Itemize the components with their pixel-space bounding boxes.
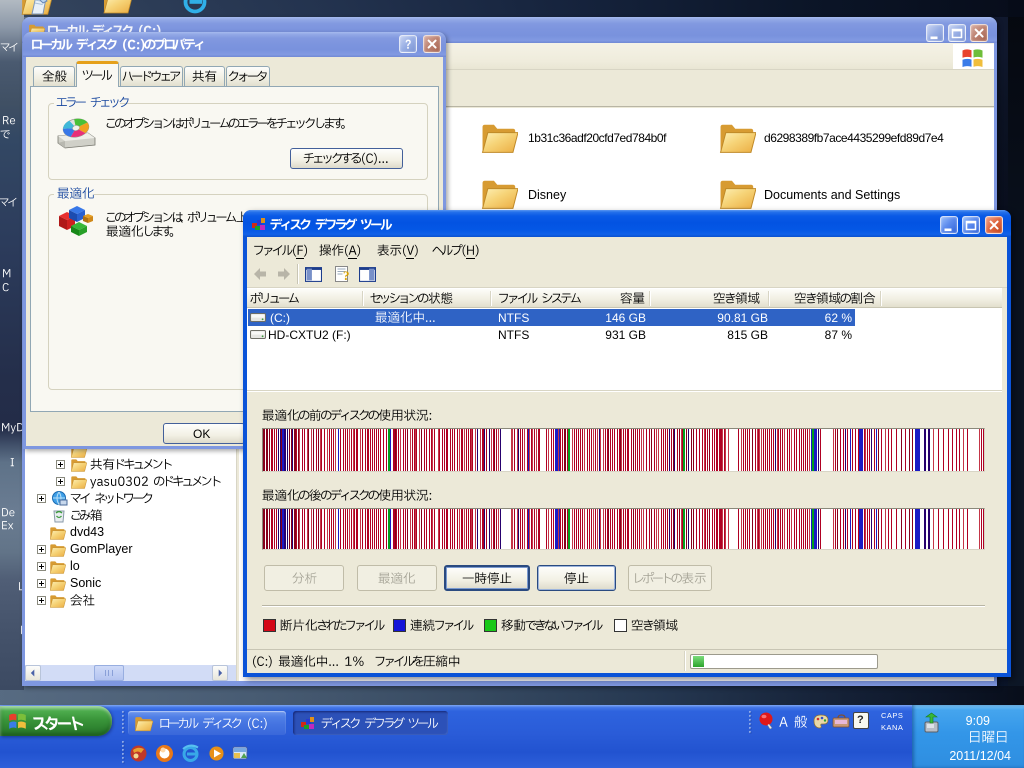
svg-text:?: ? — [343, 268, 350, 283]
